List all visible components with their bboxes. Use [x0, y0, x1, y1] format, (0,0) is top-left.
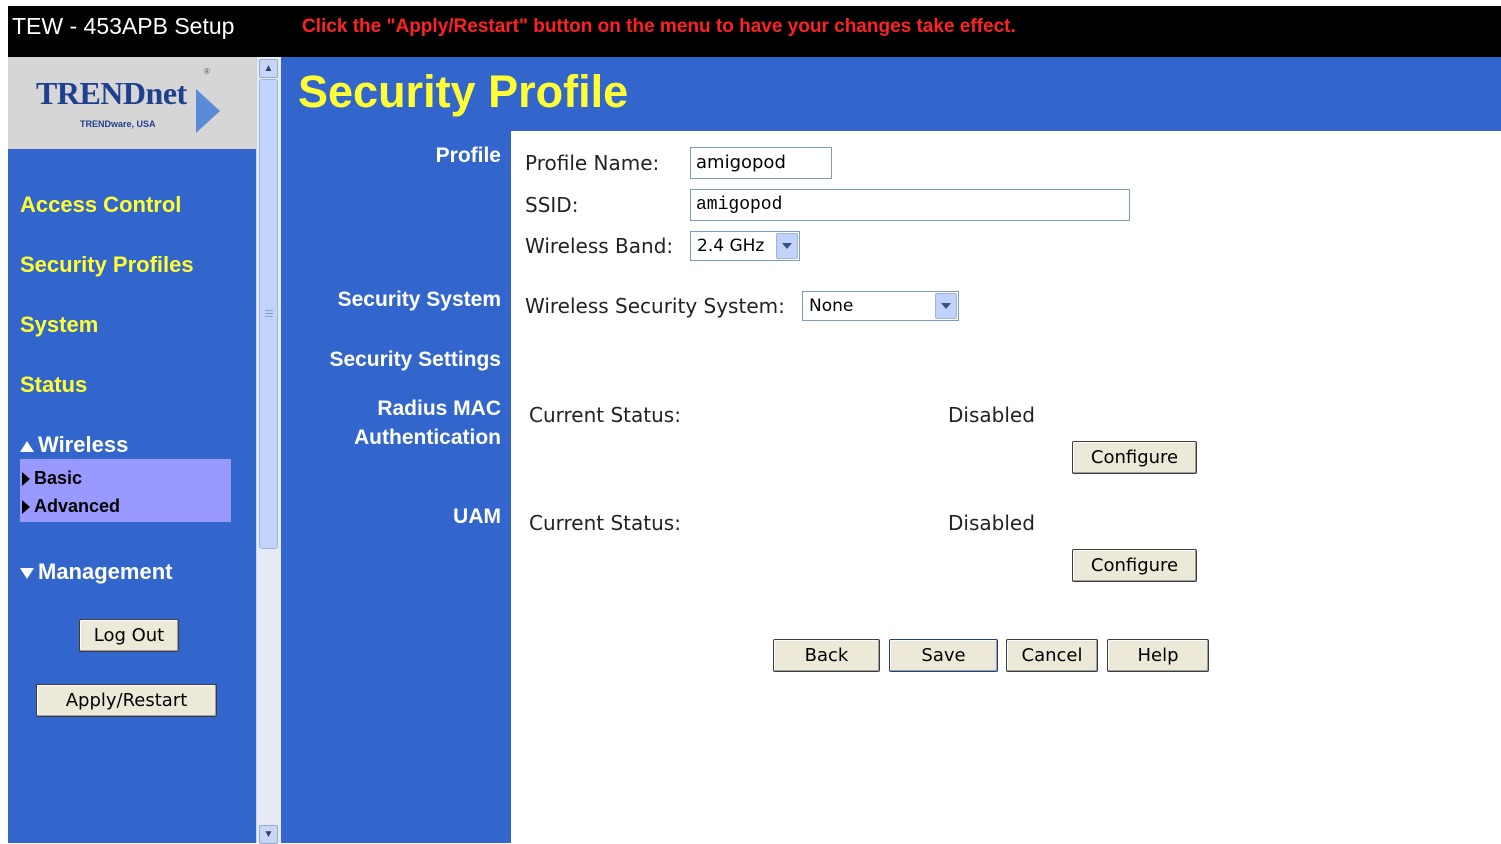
section-label-security-system: Security System	[337, 288, 501, 311]
sidebar-link-system[interactable]: System	[20, 312, 98, 338]
ssid-input[interactable]: amigopod	[690, 189, 1130, 221]
thumb-grip-line	[265, 313, 273, 314]
apply-restart-button[interactable]: Apply/Restart	[36, 684, 217, 717]
thumb-grip-line	[265, 316, 273, 317]
sidebar-group-wireless-label: Wireless	[38, 432, 129, 457]
wireless-band-value: 2.4 GHz	[697, 236, 765, 256]
sidebar-group-management-label: Management	[38, 559, 173, 584]
sidebar-link-access-control[interactable]: Access Control	[20, 192, 181, 218]
back-button[interactable]: Back	[773, 639, 880, 672]
scroll-down-arrow-icon[interactable]: ▼	[259, 825, 278, 844]
radius-status-value: Disabled	[948, 403, 1035, 427]
ssid-label: SSID:	[525, 193, 579, 217]
uam-configure-button[interactable]: Configure	[1072, 549, 1197, 582]
collapse-arrow-icon	[20, 440, 34, 452]
caret-right-icon	[22, 500, 30, 515]
wireless-security-system-value: None	[809, 296, 854, 316]
sidebar-subitem-advanced[interactable]: Advanced	[22, 496, 120, 517]
sidebar-scrollbar[interactable]: ▲ ▼	[256, 57, 281, 844]
caret-right-icon	[22, 472, 30, 487]
wireless-security-system-label: Wireless Security System:	[525, 294, 785, 318]
radius-current-status-label: Current Status:	[529, 403, 681, 427]
sidebar-group-wireless[interactable]: Wireless	[20, 432, 128, 458]
radius-configure-button[interactable]: Configure	[1072, 441, 1197, 474]
profile-name-label: Profile Name:	[525, 151, 660, 175]
log-out-button[interactable]: Log Out	[79, 619, 179, 652]
wireless-band-select[interactable]: 2.4 GHz	[690, 231, 800, 261]
sidebar-link-status[interactable]: Status	[20, 372, 87, 398]
wireless-submenu: Basic Advanced	[20, 459, 231, 522]
sidebar-subitem-advanced-label: Advanced	[34, 496, 121, 516]
sidebar-subitem-basic-label: Basic	[34, 468, 83, 488]
sidebar-subitem-basic[interactable]: Basic	[22, 468, 82, 489]
uam-current-status-label: Current Status:	[529, 511, 681, 535]
scrollbar-thumb[interactable]	[259, 79, 278, 549]
profile-name-input[interactable]: amigopod	[690, 147, 832, 179]
apply-notice: Click the "Apply/Restart" button on the …	[302, 16, 1016, 37]
wireless-security-system-select[interactable]: None	[802, 291, 959, 321]
save-button[interactable]: Save	[889, 639, 998, 672]
logo-wordmark: TRENDnet	[36, 75, 187, 111]
section-label-uam: UAM	[453, 505, 501, 528]
sidebar-link-security-profiles[interactable]: Security Profiles	[20, 252, 194, 278]
trendnet-logo: TRENDnet ® TRENDware, USA	[8, 57, 256, 149]
thumb-grip-line	[265, 310, 273, 311]
chevron-down-icon[interactable]	[935, 293, 957, 319]
section-label-security-settings: Security Settings	[329, 348, 501, 371]
logo-arrow-icon	[196, 89, 220, 133]
logo-registered-mark: ®	[204, 67, 210, 76]
scroll-up-arrow-icon[interactable]: ▲	[259, 59, 278, 78]
chevron-down-icon[interactable]	[776, 233, 798, 259]
section-label-radius-mac-line1: Radius MAC	[377, 397, 501, 420]
section-label-radius-mac-line2: Authentication	[354, 426, 501, 449]
page-title: Security Profile	[298, 66, 629, 117]
section-label-profile: Profile	[435, 144, 501, 167]
cancel-button[interactable]: Cancel	[1006, 639, 1098, 672]
app-title: TEW - 453APB Setup	[12, 13, 235, 39]
section-label-radius-mac: Radius MAC Authentication	[354, 394, 501, 452]
logo-tagline: TRENDware, USA	[80, 119, 156, 129]
sidebar: TRENDnet ® TRENDware, USA Access Control…	[8, 57, 256, 843]
sidebar-group-management[interactable]: Management	[20, 559, 172, 585]
top-bar: TEW - 453APB Setup Click the "Apply/Rest…	[8, 6, 1501, 57]
help-button[interactable]: Help	[1107, 639, 1209, 672]
uam-status-value: Disabled	[948, 511, 1035, 535]
wireless-band-label: Wireless Band:	[525, 234, 674, 258]
expand-arrow-icon	[20, 567, 34, 579]
